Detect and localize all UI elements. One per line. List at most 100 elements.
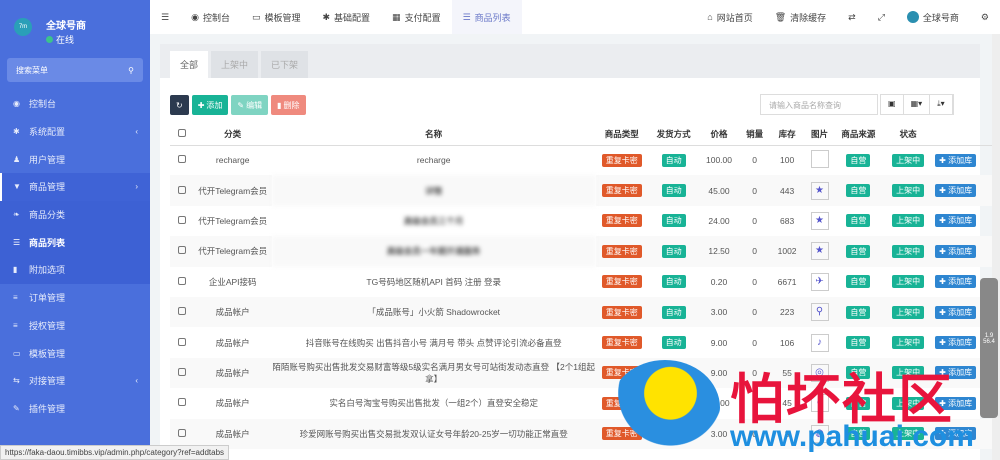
row-checkbox[interactable] [177,337,186,346]
source-badge: 自营 [846,366,871,380]
type-badge: 重复卡密 [601,396,642,410]
add-button[interactable]: ✚ 添加 [191,95,229,115]
columns-icon[interactable]: ▦▾ [904,95,931,114]
type-badge: 重复卡密 [601,366,642,380]
plus-icon: ✚ [939,338,949,348]
row-checkbox-cell[interactable] [170,388,194,418]
add-stock-badge[interactable]: ✚ 添加库 [935,153,977,167]
row-checkbox[interactable] [177,185,186,194]
status-badge: 上架中 [892,153,925,167]
delete-button[interactable]: ▮ 删除 [271,95,306,115]
add-stock-badge[interactable]: ✚ 添加库 [935,244,977,258]
sidebar-item[interactable]: ◉ 控制台 [0,90,150,118]
sidebar-item[interactable]: ♟ 用户管理 [0,145,150,173]
sidebar-item[interactable]: ❧ 商品分类 [0,200,150,229]
sidebar-item-label: 附加选项 [29,265,66,276]
product-search-input[interactable]: 请输入商品名称查询 [760,94,878,115]
add-stock-badge[interactable]: ✚ 添加库 [935,336,977,350]
toggle-view-icon[interactable]: ▣ [881,95,904,114]
row-checkbox[interactable] [177,155,186,164]
settings-icon[interactable]: ⚙ [970,0,1000,34]
status-label: 上架中 [896,216,921,226]
sales-cell: 0 [752,398,758,409]
top-tab[interactable]: ▦ 支付配置 [381,0,452,34]
sales-cell: 0 [752,337,758,348]
top-tab[interactable]: ▭ 模板管理 [241,0,312,34]
sidebar-item[interactable]: ✱ 系统配置 ‹ [0,118,150,146]
window-icon: ▭ [13,348,21,358]
row-checkbox[interactable] [177,307,186,316]
edit-label: 编辑 [246,100,263,110]
price-cell: 0.20 [710,276,728,287]
name-cell: 详情 [271,175,596,206]
row-checkbox-cell[interactable] [170,357,194,389]
row-checkbox-cell[interactable] [170,206,194,236]
row-checkbox-cell[interactable] [170,236,194,267]
category-cell: 代开Telegram会员 [193,175,272,206]
refresh-button[interactable]: ↻ [170,95,189,115]
delivery-badge: 自动 [661,153,686,167]
status-badge: 上架中 [892,366,925,380]
type-badge: 重复卡密 [601,336,642,350]
add-stock-badge[interactable]: ✚ 添加库 [935,396,977,410]
fullscreen-icon[interactable]: ⤢ [867,0,896,34]
row-checkbox-cell[interactable] [170,145,194,175]
sidebar-item[interactable]: ≡ 授权管理 [0,312,150,340]
clear-cache-button[interactable]: 🗑 清除缓存 [764,0,837,34]
status-badge: 上架中 [892,275,925,289]
sidebar-item[interactable]: ☰ 商品列表 [0,228,150,257]
status-cell: 上架中 [881,236,936,267]
export-icon[interactable]: ⤓▾ [930,95,953,114]
row-checkbox-cell[interactable] [170,267,194,297]
home-link[interactable]: ⌂ 网站首页 [696,0,763,34]
row-checkbox[interactable] [177,428,186,437]
row-checkbox[interactable] [177,398,186,407]
add-stock-badge[interactable]: ✚ 添加库 [935,305,977,319]
plus-icon: ✚ [939,155,949,165]
add-stock-badge[interactable]: ✚ 添加库 [935,275,977,289]
sidebar-item[interactable]: ≡ 订单管理 [0,284,150,312]
sidebar-item[interactable]: ▭ 模板管理 [0,339,150,367]
row-checkbox-cell[interactable] [170,175,194,206]
menu-search[interactable]: 搜索菜单 ⚲ [7,58,143,82]
filter-tab[interactable]: 上架中 [211,51,259,78]
sidebar-item[interactable]: ▼ 商品管理 › [0,173,150,201]
name-cell: 「成品账号」小火箭 Shadowrocket [271,296,596,328]
menu-toggle-button[interactable]: ☰ [150,0,180,34]
add-stock-badge[interactable]: ✚ 添加库 [935,184,977,198]
price-cell: 24.00 [708,215,730,226]
top-tab[interactable]: ☰ 商品列表 [451,0,522,34]
checkbox[interactable] [177,128,186,137]
filter-tabs: 全部 上架中 已下架 [160,44,980,78]
row-checkbox[interactable] [177,276,186,285]
edit-button[interactable]: ✎ 编辑 [231,95,269,115]
add-stock-badge[interactable]: ✚ 添加库 [935,427,977,441]
image-cell [803,145,835,175]
sidebar-item[interactable]: ⇆ 对接管理 ‹ [0,367,150,395]
language-icon[interactable]: ⇄ [837,0,867,34]
row-checkbox[interactable] [177,215,186,224]
main-panel: 全部 上架中 已下架 ↻ ✚ 添加 ✎ 编辑 ▮ 删除 请输入商品名称查询 ▣ ▦▾ ⤓▾ 分… [160,44,1000,460]
avatar [906,11,919,23]
price-cell: 45.00 [699,175,739,206]
sidebar-item[interactable]: ✎ 插件管理 [0,395,150,423]
top-tab[interactable]: ◉ 控制台 [180,0,241,34]
sidebar-item[interactable]: ▮ 附加选项 [0,256,150,284]
select-all-checkbox[interactable] [170,123,194,146]
sidebar: 7m 全球号商 在线 搜索菜单 ⚲ ◉ 控制台 ✱ 系统配置 ‹ ♟ 用户管理 ▼ 商品管理 › ❧ 商… [0,0,150,460]
filter-tab[interactable]: 全部 [170,51,209,78]
row-checkbox-cell[interactable] [170,296,194,328]
row-checkbox[interactable] [177,246,186,255]
add-stock-badge[interactable]: ✚ 添加库 [935,366,977,380]
filter-tab[interactable]: 已下架 [261,51,309,78]
column-header: 发货方式 [647,123,700,146]
row-checkbox-cell[interactable] [170,327,194,357]
top-tab[interactable]: ✱ 基础配置 [311,0,381,34]
add-stock-badge[interactable]: ✚ 添加库 [935,214,977,228]
user-menu[interactable]: 全球号商 [896,0,970,34]
add-stock-cell: ✚ 添加库 [935,206,1000,236]
status-cell: 上架中 [881,388,935,418]
add-stock-label: 添加库 [948,186,973,196]
row-checkbox[interactable] [177,367,186,376]
type-cell: 重复卡密 [595,236,648,267]
